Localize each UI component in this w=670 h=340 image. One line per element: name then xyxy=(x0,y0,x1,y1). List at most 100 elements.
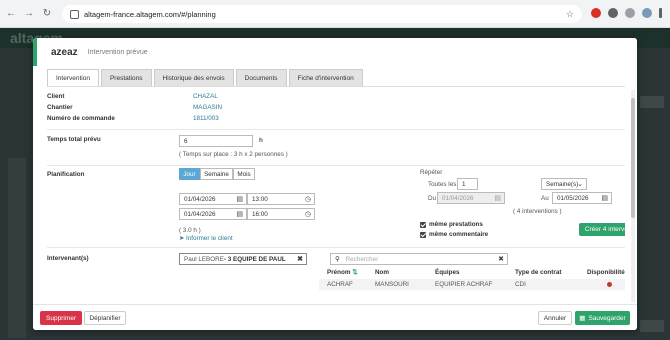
calendar-icon[interactable]: ▤ xyxy=(601,194,608,202)
cell-equipe: EQUIPIER ACHRAF xyxy=(435,281,493,288)
toutes-les-input[interactable]: 1 xyxy=(457,178,478,190)
profile-icon[interactable] xyxy=(642,8,652,18)
au-date-value: 01/05/2026 xyxy=(557,194,589,202)
end-date-input[interactable]: 01/04/2026 ▤ xyxy=(179,208,247,220)
site-info-icon[interactable] xyxy=(70,9,79,19)
divider xyxy=(47,129,625,130)
remove-icon[interactable]: ✖ xyxy=(297,255,303,263)
temps-input[interactable]: 6 xyxy=(179,135,253,147)
clock-icon[interactable]: ◷ xyxy=(305,210,311,218)
same-prestations-label: même prestations xyxy=(429,221,483,228)
duration-text: ( 3.0 h ) xyxy=(179,227,201,234)
tab-fiche[interactable]: Fiche d'intervention xyxy=(288,69,363,86)
checkbox-checked-icon xyxy=(420,231,426,238)
chevron-down-icon: ⌄ xyxy=(577,181,583,188)
modal-title: azeaz xyxy=(51,46,78,58)
client-value[interactable]: CHAZAL xyxy=(193,93,218,100)
cancel-button[interactable]: Annuler xyxy=(538,311,572,325)
cell-contrat: CDI xyxy=(515,281,526,288)
menu-dots-icon[interactable] xyxy=(659,8,662,18)
puzzle-icon[interactable] xyxy=(625,8,635,18)
mode-jour-button[interactable]: Jour xyxy=(179,168,200,180)
save-icon: ▦ xyxy=(579,315,586,322)
col-prenom[interactable]: Prénom ⇅ xyxy=(327,269,357,276)
tab-documents[interactable]: Documents xyxy=(235,69,287,86)
selected-intervenant-tag[interactable]: Paul LEBORE - 3 EQUIPE DE PAUL ✖ xyxy=(179,253,307,265)
col-nom[interactable]: Nom xyxy=(375,269,389,276)
calendar-icon[interactable]: ▤ xyxy=(236,195,243,203)
period-select[interactable]: Semaine(s) ⌄ xyxy=(541,178,587,190)
tab-bar: Intervention Prestations Historique des … xyxy=(47,69,365,87)
mode-semaine-button[interactable]: Semaine xyxy=(200,168,233,180)
intervention-modal: azeaz Intervention prévue Intervention P… xyxy=(33,38,637,330)
clock-icon[interactable]: ◷ xyxy=(305,195,311,203)
modal-scrollbar[interactable] xyxy=(631,90,635,302)
chantier-label: Chantier xyxy=(47,104,73,111)
same-comment-checkbox[interactable]: même commentaire xyxy=(420,231,488,238)
bookmark-star-icon[interactable]: ☆ xyxy=(566,9,574,20)
search-icon: ⚲ xyxy=(335,255,340,263)
extensions-area xyxy=(591,8,662,18)
start-date-value: 01/04/2026 xyxy=(184,195,216,203)
intervenant-search-input[interactable]: ⚲ Rechercher ✖ xyxy=(330,253,508,265)
extension-icon[interactable] xyxy=(591,8,601,18)
save-label: Sauvegarder xyxy=(588,314,626,322)
col-equipes[interactable]: Équipes xyxy=(435,269,460,276)
megaphone-icon: ➤ xyxy=(179,235,187,242)
inform-client-link[interactable]: ➤ Informer le client xyxy=(179,235,233,242)
col-prenom-label: Prénom xyxy=(327,269,351,276)
save-button[interactable]: ▦ Sauvegarder xyxy=(575,311,630,325)
end-time-input[interactable]: 16:00 ◷ xyxy=(247,208,315,220)
browser-toolbar: ← → ↻ altagem-france.altagem.com/#/plann… xyxy=(0,0,670,28)
create-interventions-button[interactable]: Créer 4 interventions xyxy=(579,223,625,236)
temps-note: ( Temps sur place : 3 h x 2 personnes ) xyxy=(179,151,288,158)
selected-intervenant-name: Paul LEBORE xyxy=(184,255,224,263)
client-label: Client xyxy=(47,93,65,100)
forward-icon[interactable]: → xyxy=(22,7,36,21)
col-contrat[interactable]: Type de contrat xyxy=(515,269,561,276)
end-time-value: 16:00 xyxy=(252,210,268,218)
unplan-button[interactable]: Déplanifier xyxy=(84,311,126,325)
col-disponibilite[interactable]: Disponibilité xyxy=(587,269,625,276)
extension-icon[interactable] xyxy=(608,8,618,18)
table-row[interactable]: ACHRAF MANSOURI EQUIPIER ACHRAF CDI xyxy=(319,279,625,290)
tab-prestations[interactable]: Prestations xyxy=(100,69,152,86)
start-time-input[interactable]: 13:00 ◷ xyxy=(247,193,315,205)
toutes-les-label: Toutes les xyxy=(428,181,457,188)
cell-prenom: ACHRAF xyxy=(327,281,353,288)
chantier-value[interactable]: MAGASIN xyxy=(193,104,222,111)
back-icon[interactable]: ← xyxy=(4,7,18,21)
reload-icon[interactable]: ↻ xyxy=(40,7,54,21)
delete-button[interactable]: Supprimer xyxy=(40,311,82,325)
mode-mois-button[interactable]: Mois xyxy=(233,168,255,180)
calendar-icon: ▤ xyxy=(494,195,501,202)
au-date-input[interactable]: 01/05/2026 ▤ xyxy=(552,192,612,204)
temps-label: Temps total prévu xyxy=(47,136,101,143)
start-date-input[interactable]: 01/04/2026 ▤ xyxy=(179,193,247,205)
checkbox-checked-icon xyxy=(420,221,426,228)
tab-intervention[interactable]: Intervention xyxy=(47,69,99,87)
modal-subtitle: Intervention prévue xyxy=(87,48,148,56)
cell-nom: MANSOURI xyxy=(375,281,409,288)
commande-value[interactable]: 1811/003 xyxy=(193,115,219,122)
calendar-icon[interactable]: ▤ xyxy=(236,210,243,218)
same-comment-label: même commentaire xyxy=(429,231,489,238)
start-time-value: 13:00 xyxy=(252,195,268,203)
period-value: Semaine(s) xyxy=(546,180,579,188)
address-bar[interactable]: altagem-france.altagem.com/#/planning ☆ xyxy=(62,5,582,23)
availability-dot xyxy=(607,282,612,287)
temps-unit: h xyxy=(259,137,263,144)
same-prestations-checkbox[interactable]: même prestations xyxy=(420,221,483,228)
modal-scroll-thumb[interactable] xyxy=(631,98,635,218)
du-date-input: 01/04/2026 ▤ xyxy=(437,192,505,204)
commande-label: Numéro de commande xyxy=(47,115,115,122)
repeter-label: Répéter xyxy=(420,169,443,176)
divider xyxy=(47,247,625,248)
divider xyxy=(47,165,625,166)
tab-historique[interactable]: Historique des envois xyxy=(153,69,234,86)
sort-icon[interactable]: ⇅ xyxy=(352,269,357,276)
du-date-value: 01/04/2026 xyxy=(442,194,474,202)
du-label: Du xyxy=(428,195,437,202)
clear-search-icon[interactable]: ✖ xyxy=(498,255,504,263)
inform-client-label: Informer le client xyxy=(186,235,233,242)
